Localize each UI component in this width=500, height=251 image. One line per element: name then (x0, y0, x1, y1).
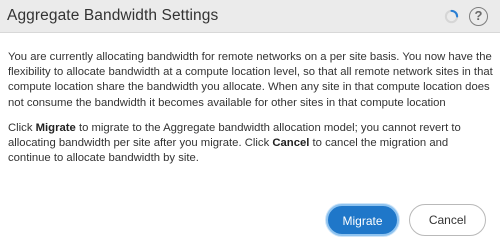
aggregate-bandwidth-dialog: Aggregate Bandwidth Settings ? You are c… (0, 0, 500, 251)
instruction-text-1: Click (8, 121, 36, 134)
help-icon[interactable]: ? (469, 7, 488, 26)
dialog-header: Aggregate Bandwidth Settings ? (0, 0, 500, 33)
dialog-body: You are currently allocating bandwidth f… (8, 50, 494, 176)
migrate-keyword: Migrate (35, 121, 76, 134)
dialog-title: Aggregate Bandwidth Settings (7, 7, 219, 24)
loading-spinner-icon (444, 9, 459, 24)
cancel-button[interactable]: Cancel (409, 204, 486, 236)
instruction-paragraph: Click Migrate to migrate to the Aggregat… (8, 121, 494, 167)
migrate-button[interactable]: Migrate (326, 204, 399, 236)
cancel-keyword: Cancel (272, 137, 310, 150)
description-paragraph: You are currently allocating bandwidth f… (8, 51, 493, 109)
